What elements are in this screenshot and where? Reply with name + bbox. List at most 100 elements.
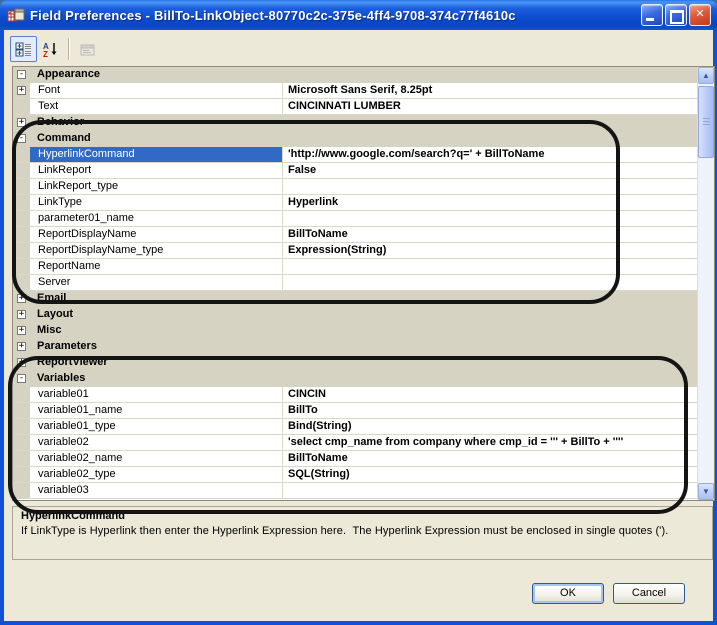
- property-row[interactable]: variable02'select cmp_name from company …: [13, 435, 698, 451]
- property-name[interactable]: variable02_name: [30, 451, 283, 466]
- category-row[interactable]: +Layout: [13, 307, 698, 323]
- property-row[interactable]: variable02_nameBillToName: [13, 451, 698, 467]
- expand-icon[interactable]: +: [17, 342, 26, 351]
- property-name[interactable]: LinkReport: [30, 163, 283, 178]
- category-row[interactable]: -Command: [13, 131, 698, 147]
- row-gutter: +: [13, 115, 30, 131]
- property-value[interactable]: BillToName: [283, 227, 698, 242]
- property-name[interactable]: parameter01_name: [30, 211, 283, 226]
- category-row[interactable]: +Misc: [13, 323, 698, 339]
- category-row[interactable]: +Email: [13, 291, 698, 307]
- property-name[interactable]: LinkReport_type: [30, 179, 283, 194]
- close-button[interactable]: ✕: [689, 4, 711, 26]
- row-gutter: [13, 387, 30, 402]
- ok-button[interactable]: OK: [532, 583, 604, 604]
- category-row[interactable]: -Appearance: [13, 67, 698, 83]
- property-value[interactable]: [283, 179, 698, 194]
- title-bar[interactable]: Field Preferences - BillTo-LinkObject-80…: [0, 0, 717, 30]
- category-row[interactable]: + ReportViewer: [13, 355, 698, 371]
- scroll-down-button[interactable]: ▼: [698, 483, 714, 500]
- property-name[interactable]: LinkType: [30, 195, 283, 210]
- property-value[interactable]: SQL(String): [283, 467, 698, 482]
- row-gutter: +: [13, 355, 30, 371]
- scrollbar-thumb[interactable]: [698, 86, 714, 158]
- property-row[interactable]: ReportDisplayNameBillToName: [13, 227, 698, 243]
- property-value[interactable]: [283, 275, 698, 290]
- category-label: Behavior: [30, 115, 698, 131]
- property-row[interactable]: ReportDisplayName_typeExpression(String): [13, 243, 698, 259]
- property-row[interactable]: ReportName: [13, 259, 698, 275]
- categorized-button[interactable]: [10, 36, 37, 62]
- property-name[interactable]: variable02_type: [30, 467, 283, 482]
- row-gutter: [13, 163, 30, 178]
- property-row[interactable]: TextCINCINNATI LUMBER: [13, 99, 698, 115]
- property-name[interactable]: Text: [30, 99, 283, 114]
- property-row[interactable]: LinkReport_type: [13, 179, 698, 195]
- property-row[interactable]: variable01_typeBind(String): [13, 419, 698, 435]
- category-label: Appearance: [30, 67, 698, 83]
- property-row[interactable]: variable03: [13, 483, 698, 499]
- description-text: If LinkType is Hyperlink then enter the …: [21, 525, 704, 537]
- expand-icon[interactable]: +: [17, 310, 26, 319]
- property-row[interactable]: HyperlinkCommand'http://www.google.com/s…: [13, 147, 698, 163]
- property-name[interactable]: ReportName: [30, 259, 283, 274]
- category-row[interactable]: + Behavior: [13, 115, 698, 131]
- property-name[interactable]: ReportDisplayName_type: [30, 243, 283, 258]
- collapse-icon[interactable]: -: [17, 374, 26, 383]
- property-row[interactable]: parameter01_name: [13, 211, 698, 227]
- property-name[interactable]: variable03: [30, 483, 283, 498]
- property-value[interactable]: [283, 211, 698, 226]
- expand-icon[interactable]: +: [17, 86, 26, 95]
- cancel-button[interactable]: Cancel: [613, 583, 685, 604]
- scroll-up-button[interactable]: ▲: [698, 67, 714, 84]
- category-row[interactable]: +Parameters: [13, 339, 698, 355]
- property-row[interactable]: variable02_typeSQL(String): [13, 467, 698, 483]
- property-value[interactable]: Bind(String): [283, 419, 698, 434]
- property-value[interactable]: Expression(String): [283, 243, 698, 258]
- minimize-button[interactable]: [641, 4, 663, 26]
- property-value[interactable]: [283, 483, 698, 498]
- property-row[interactable]: variable01_nameBillTo: [13, 403, 698, 419]
- alphabetical-sort-icon: A Z: [42, 41, 59, 58]
- collapse-icon[interactable]: -: [17, 134, 26, 143]
- property-row[interactable]: variable01CINCIN: [13, 387, 698, 403]
- vertical-scrollbar[interactable]: ▲ ▼: [697, 67, 714, 500]
- maximize-button[interactable]: [665, 4, 687, 26]
- property-name[interactable]: Server: [30, 275, 283, 290]
- property-name[interactable]: variable01: [30, 387, 283, 402]
- property-value[interactable]: CINCINNATI LUMBER: [283, 99, 698, 114]
- property-row[interactable]: LinkReportFalse: [13, 163, 698, 179]
- collapse-icon[interactable]: -: [17, 70, 26, 79]
- property-name[interactable]: variable01_type: [30, 419, 283, 434]
- expand-icon[interactable]: +: [17, 358, 26, 367]
- property-value[interactable]: False: [283, 163, 698, 178]
- expand-icon[interactable]: +: [17, 294, 26, 303]
- property-value[interactable]: CINCIN: [283, 387, 698, 402]
- property-value[interactable]: [283, 259, 698, 274]
- property-name[interactable]: HyperlinkCommand: [30, 147, 283, 162]
- property-value[interactable]: BillTo: [283, 403, 698, 418]
- expand-icon[interactable]: +: [17, 326, 26, 335]
- category-label: ReportViewer: [30, 355, 698, 371]
- category-label: Command: [30, 131, 698, 147]
- row-gutter: +: [13, 339, 30, 355]
- property-row[interactable]: Server: [13, 275, 698, 291]
- property-name[interactable]: ReportDisplayName: [30, 227, 283, 242]
- row-gutter: +: [13, 291, 30, 307]
- property-row[interactable]: LinkTypeHyperlink: [13, 195, 698, 211]
- alphabetical-button[interactable]: A Z: [37, 36, 64, 62]
- property-value[interactable]: BillToName: [283, 451, 698, 466]
- property-value[interactable]: 'select cmp_name from company where cmp_…: [283, 435, 698, 450]
- row-gutter: [13, 259, 30, 274]
- property-value[interactable]: Microsoft Sans Serif, 8.25pt: [283, 83, 698, 98]
- property-value[interactable]: Hyperlink: [283, 195, 698, 210]
- property-name[interactable]: Font: [30, 83, 283, 98]
- category-row[interactable]: -Variables: [13, 371, 698, 387]
- scrollbar-grip: [703, 118, 710, 127]
- property-name[interactable]: variable01_name: [30, 403, 283, 418]
- property-row[interactable]: + FontMicrosoft Sans Serif, 8.25pt: [13, 83, 698, 99]
- property-value[interactable]: 'http://www.google.com/search?q=' + Bill…: [283, 147, 698, 162]
- description-property-name: HyperlinkCommand: [21, 510, 704, 522]
- expand-icon[interactable]: +: [17, 118, 26, 127]
- property-name[interactable]: variable02: [30, 435, 283, 450]
